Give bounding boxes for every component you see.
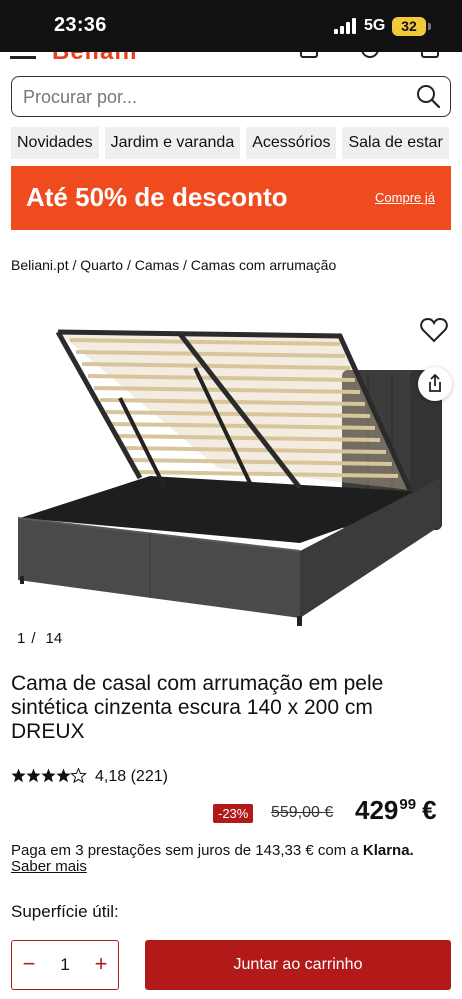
status-bar: 23:36 5G 32 [0,0,462,52]
price-decimals: 99 [399,796,417,813]
category-novidades[interactable]: Novidades [11,127,99,159]
product-image[interactable] [0,318,462,630]
share-button[interactable] [418,367,452,401]
category-sala[interactable]: Sala de estar [342,127,449,159]
image-current: 1 [17,630,26,647]
search-input[interactable] [23,85,403,109]
heart-icon[interactable] [420,317,448,343]
menu-icon[interactable] [10,56,36,59]
price-integer: 429 [355,795,399,825]
breadcrumb[interactable]: Beliani.pt / Quarto / Camas / Camas com … [11,257,336,273]
plus-icon[interactable]: + [84,941,118,989]
minus-icon[interactable]: − [12,941,46,989]
banner-link[interactable]: Compre já [375,190,435,205]
price: 42999 € [355,795,437,826]
status-time: 23:36 [54,14,107,36]
promo-banner[interactable]: Até 50% de desconto Compre já [11,166,451,230]
rating-value: 4,18 (221) [95,768,168,785]
discount-badge: -23% [213,804,254,823]
category-acessorios[interactable]: Acessórios [246,127,337,159]
network-label: 5G [364,17,386,34]
signal-icon [334,18,358,34]
site-header: Beliani [0,52,462,64]
quantity-value[interactable]: 1 [46,941,84,989]
learn-more-link[interactable]: Saber mais [11,858,87,875]
image-separator: / [31,630,36,647]
add-to-cart-button[interactable]: Juntar ao carrinho [145,940,451,990]
search-box[interactable] [11,76,451,117]
installments-text: Paga em 3 prestações sem juros de 143,33… [11,842,359,859]
logo[interactable]: Beliani [52,52,138,64]
account-icon[interactable] [300,52,318,58]
battery-tip [428,23,431,30]
search-icon[interactable] [415,84,441,110]
old-price: 559,00 € [271,804,334,821]
battery-icon: 32 [392,17,426,36]
klarna-logo: Klarna. [362,842,414,859]
price-currency: € [422,795,437,825]
wishlist-icon[interactable] [361,52,379,58]
quantity-stepper[interactable]: − 1 + [11,940,119,990]
installments-info: Paga em 3 prestações sem juros de 143,33… [11,842,456,859]
cart-icon[interactable] [421,52,439,58]
star-rating-icon [11,768,87,783]
product-title: Cama de casal com arrumação em pele sint… [11,672,384,743]
category-nav: Novidades Jardim e varanda Acessórios Sala … [11,127,462,161]
image-counter: 1 / 14 [17,630,62,647]
category-jardim[interactable]: Jardim e varanda [104,127,241,159]
surface-label: Superfície útil: [11,902,119,921]
image-total: 14 [45,630,63,647]
banner-text: Até 50% de desconto [26,182,288,212]
share-icon [429,373,441,392]
